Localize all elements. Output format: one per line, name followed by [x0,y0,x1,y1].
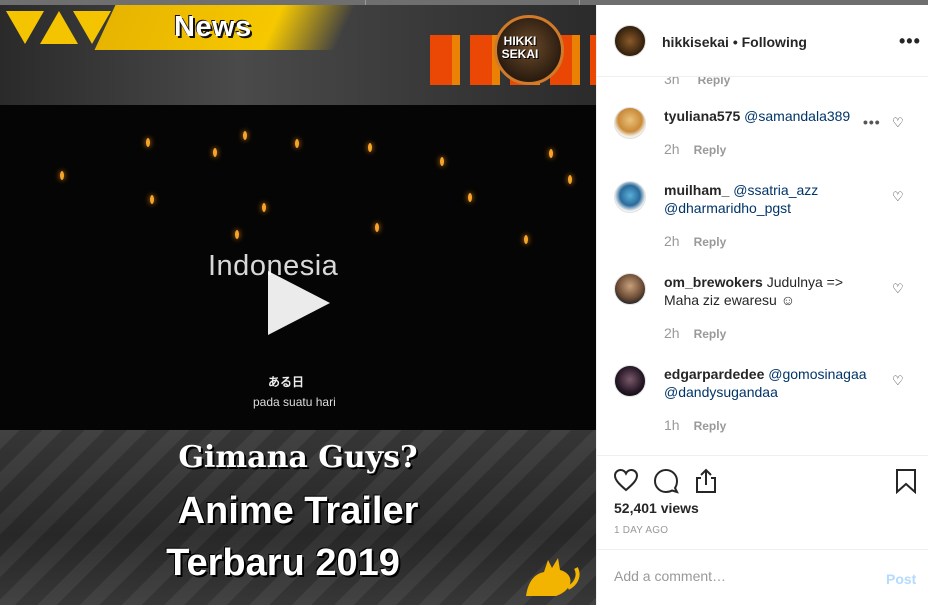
post-header: hikkisekai • Following ••• [597,5,928,77]
post-media[interactable]: News HIKKI SEKAI Indonesia ある日 pada suat… [0,5,596,605]
share-icon[interactable] [693,468,719,494]
comment-icon[interactable] [653,468,679,494]
comment-time: 2h [664,141,680,157]
comment-username[interactable]: edgarpardedee [664,366,764,382]
post-side-panel: hikkisekai • Following ••• 3h Reply tyuli… [596,5,928,605]
comment-username[interactable]: tyuliana575 [664,108,740,124]
avatar[interactable] [614,25,646,57]
avatar[interactable] [614,365,646,397]
comments-list[interactable]: 3h Reply tyuliana575 @samandala389 ••• ♡ … [597,77,928,455]
promo-question: Gimana Guys? [178,440,418,475]
comment-text: om_brewokers Judulnya => Maha ziz ewares… [664,273,874,309]
comment-username[interactable]: muilham_ [664,182,729,198]
comment-time: 2h [664,325,680,341]
comment-text: muilham_ @ssatria_azz @dharmaridho_pgst [664,181,874,217]
comment-meta: 1h Reply [664,417,726,433]
author-username[interactable]: hikkisekai [662,34,729,50]
view-count[interactable]: 52,401 views [614,500,699,516]
play-icon[interactable] [268,271,330,335]
comment-meta: 2h Reply [664,141,726,157]
cat-logo-icon [526,558,580,596]
promo-subheading: Terbaru 2019 [166,542,400,584]
video-frame[interactable]: Indonesia ある日 pada suatu hari [0,105,596,430]
comment-time: 1h [664,417,680,433]
reply-button[interactable]: Reply [694,327,727,341]
post-timestamp[interactable]: 1 DAY AGO [614,525,668,536]
post-author: hikkisekai • Following [662,34,807,50]
avatar[interactable] [614,273,646,305]
reply-button[interactable]: Reply [694,143,727,157]
banner-title: News [174,11,252,43]
promo-heading: Anime Trailer [177,490,419,532]
comment-partial: 3h Reply [664,77,731,87]
heart-icon[interactable]: ♡ [892,373,904,389]
avatar[interactable] [614,181,646,213]
comment-input[interactable] [614,568,864,584]
bookmark-icon[interactable] [895,468,917,494]
more-options-icon[interactable]: ••• [899,31,921,52]
avatar[interactable] [614,107,646,139]
comment-body[interactable]: @samandala389 [744,108,850,124]
post-button[interactable]: Post [886,571,916,587]
comment-meta: 2h Reply [664,233,726,249]
add-comment-bar: Post [597,549,928,605]
follow-status[interactable]: Following [742,34,807,50]
comment-options-icon[interactable]: ••• [863,114,881,130]
video-caption-japanese: ある日 [268,375,305,389]
heart-icon[interactable]: ♡ [892,189,904,205]
instagram-post-view: News HIKKI SEKAI Indonesia ある日 pada suat… [0,0,928,605]
reply-button[interactable]: Reply [694,419,727,433]
heart-icon[interactable]: ♡ [892,115,904,131]
news-banner: News HIKKI SEKAI [0,5,596,105]
comment-text: edgarpardedee @gomosinagaa @dandysuganda… [664,365,874,401]
video-caption-subtitle: pada suatu hari [253,395,336,409]
heart-icon[interactable] [613,468,639,492]
reply-button[interactable]: Reply [694,235,727,249]
comment-meta: 2h Reply [664,325,726,341]
heart-icon[interactable]: ♡ [892,281,904,297]
comment-username[interactable]: om_brewokers [664,274,763,290]
channel-logo-text: HIKKI SEKAI [501,34,539,61]
comment-text: tyuliana575 @samandala389 [664,107,874,125]
promo-panel: Gimana Guys? Anime Trailer Terbaru 2019 [0,430,596,605]
comment-time: 2h [664,233,680,249]
